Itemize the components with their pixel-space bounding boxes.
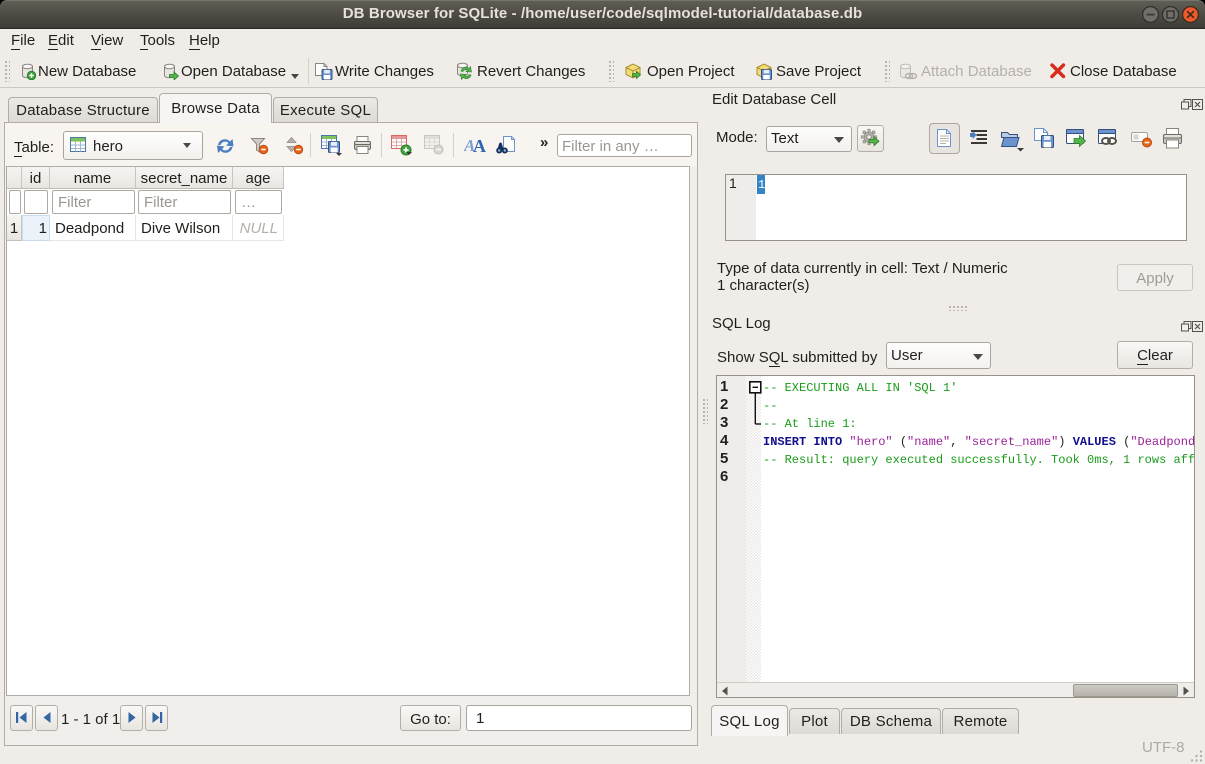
svg-text:A: A (473, 136, 486, 154)
